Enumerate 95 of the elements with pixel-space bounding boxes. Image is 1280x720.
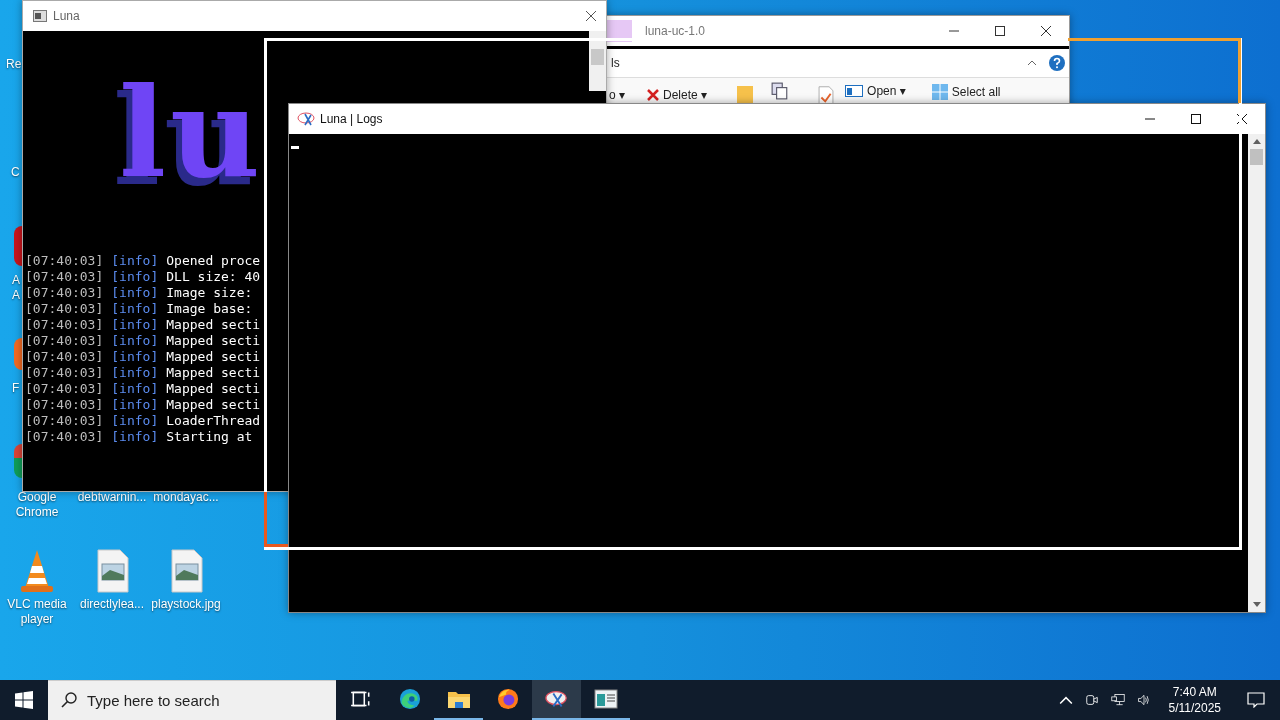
log-level: [info] (111, 253, 159, 269)
network-icon[interactable] (1110, 693, 1125, 707)
ascii-logo: lu (119, 71, 265, 207)
log-timestamp: [07:40:03] (25, 413, 104, 429)
window-title: Luna | Logs (320, 112, 383, 126)
log-level: [info] (111, 301, 159, 317)
desktop-icon-label[interactable]: directlylea... (75, 597, 149, 612)
log-level: [info] (111, 333, 159, 349)
scrollbar-thumb[interactable] (591, 49, 604, 65)
desktop-icon-label[interactable]: mondayac... (149, 490, 223, 505)
log-timestamp: [07:40:03] (25, 317, 104, 333)
log-level: [info] (111, 429, 159, 445)
log-timestamp: [07:40:03] (25, 333, 104, 349)
scissors-icon (544, 688, 569, 710)
log-timestamp: [07:40:03] (25, 269, 104, 285)
close-icon[interactable] (1237, 114, 1247, 124)
volume-icon[interactable] (1136, 693, 1151, 707)
log-timestamp: [07:40:03] (25, 349, 104, 365)
scrollbar-thumb[interactable] (1250, 149, 1263, 165)
log-timestamp: [07:40:03] (25, 397, 104, 413)
desktop-icon-label[interactable]: VLC media player (0, 597, 74, 627)
select-all-button[interactable]: Select all (929, 82, 1003, 102)
log-level: [info] (111, 365, 159, 381)
help-icon[interactable] (1049, 55, 1065, 71)
log-message: Mapped secti (166, 349, 261, 365)
console-icon (33, 10, 47, 22)
delete-button[interactable]: Delete ▾ (645, 86, 710, 104)
log-message: Mapped secti (166, 333, 261, 349)
scissors-icon (297, 111, 317, 127)
clock-time[interactable]: 7:40 AM (1172, 684, 1217, 700)
scroll-down-icon[interactable] (1252, 602, 1261, 607)
ribbon-tab[interactable]: ls (611, 56, 620, 70)
log-timestamp: [07:40:03] (25, 285, 104, 301)
image-file-icon[interactable] (169, 548, 205, 594)
log-message: Mapped secti (166, 381, 261, 397)
log-message: Image base: (166, 301, 253, 317)
app-icon[interactable] (14, 226, 22, 266)
text-cursor (291, 146, 299, 149)
copy-icon[interactable] (771, 82, 790, 100)
log-level: [info] (111, 381, 159, 397)
grid-icon (931, 84, 948, 100)
maximize-icon[interactable] (1191, 114, 1201, 124)
close-icon[interactable] (586, 11, 596, 21)
app-window-icon (593, 688, 618, 710)
log-message: LoaderThread (166, 413, 261, 429)
scroll-up-icon[interactable] (1252, 139, 1261, 144)
log-message: Opened proce (166, 253, 261, 269)
log-message: DLL size: 40 (166, 269, 261, 285)
taskbar-app-button[interactable] (532, 680, 581, 720)
desktop-icon-label[interactable]: F (12, 381, 20, 396)
search-field[interactable]: Type here to search (48, 680, 336, 720)
browser-icon (397, 688, 422, 710)
notifications-icon[interactable] (1247, 692, 1265, 708)
clock-date[interactable]: 5/11/2025 (1168, 700, 1221, 716)
log-timestamp: [07:40:03] (25, 429, 104, 445)
delete-icon (647, 89, 660, 101)
log-timestamp: [07:40:03] (25, 381, 104, 397)
log-message: Mapped secti (166, 397, 261, 413)
image-file-icon[interactable] (95, 548, 131, 594)
log-message: Starting at (166, 429, 253, 445)
camera-icon[interactable] (1084, 693, 1099, 707)
log-level: [info] (111, 413, 159, 429)
maximize-icon[interactable] (995, 26, 1005, 36)
scrollbar[interactable] (1248, 134, 1265, 612)
ribbon-button[interactable]: o ▾ (607, 86, 628, 104)
log-level: [info] (111, 269, 159, 285)
log-timestamp: [07:40:03] (25, 365, 104, 381)
log-message: Mapped secti (166, 317, 261, 333)
desktop-icon-label[interactable]: C (11, 165, 20, 180)
desktop-icon-label[interactable]: A (12, 288, 20, 303)
folder-icon[interactable] (737, 86, 754, 106)
start-button[interactable] (15, 691, 33, 709)
log-message: Image size: (166, 285, 253, 301)
log-level: [info] (111, 317, 159, 333)
log-level: [info] (111, 397, 159, 413)
desktop-icon-label[interactable]: playstock.jpg (149, 597, 223, 612)
log-timestamp: [07:40:03] (25, 253, 104, 269)
close-icon[interactable] (1041, 26, 1051, 36)
search-icon (61, 692, 77, 708)
window-title: Luna (53, 9, 80, 23)
log-message: Mapped secti (166, 365, 261, 381)
window-icon (845, 85, 864, 97)
log-level: [info] (111, 285, 159, 301)
desktop-icon-label[interactable]: Re (6, 57, 22, 72)
desktop-icon-label[interactable]: Google Chrome (0, 490, 74, 520)
browser-icon (495, 688, 520, 710)
checkmark-document-icon[interactable] (817, 86, 836, 106)
desktop-icon-label[interactable]: A (12, 273, 20, 288)
log-level: [info] (111, 349, 159, 365)
window-title: luna-uc-1.0 (645, 24, 706, 38)
collapse-ribbon-icon[interactable] (1027, 60, 1037, 66)
scrollbar[interactable] (589, 31, 606, 91)
open-button[interactable]: Open ▾ (843, 82, 908, 100)
desktop-icon-label[interactable]: debtwarnin... (75, 490, 149, 505)
log-timestamp: [07:40:03] (25, 301, 104, 317)
